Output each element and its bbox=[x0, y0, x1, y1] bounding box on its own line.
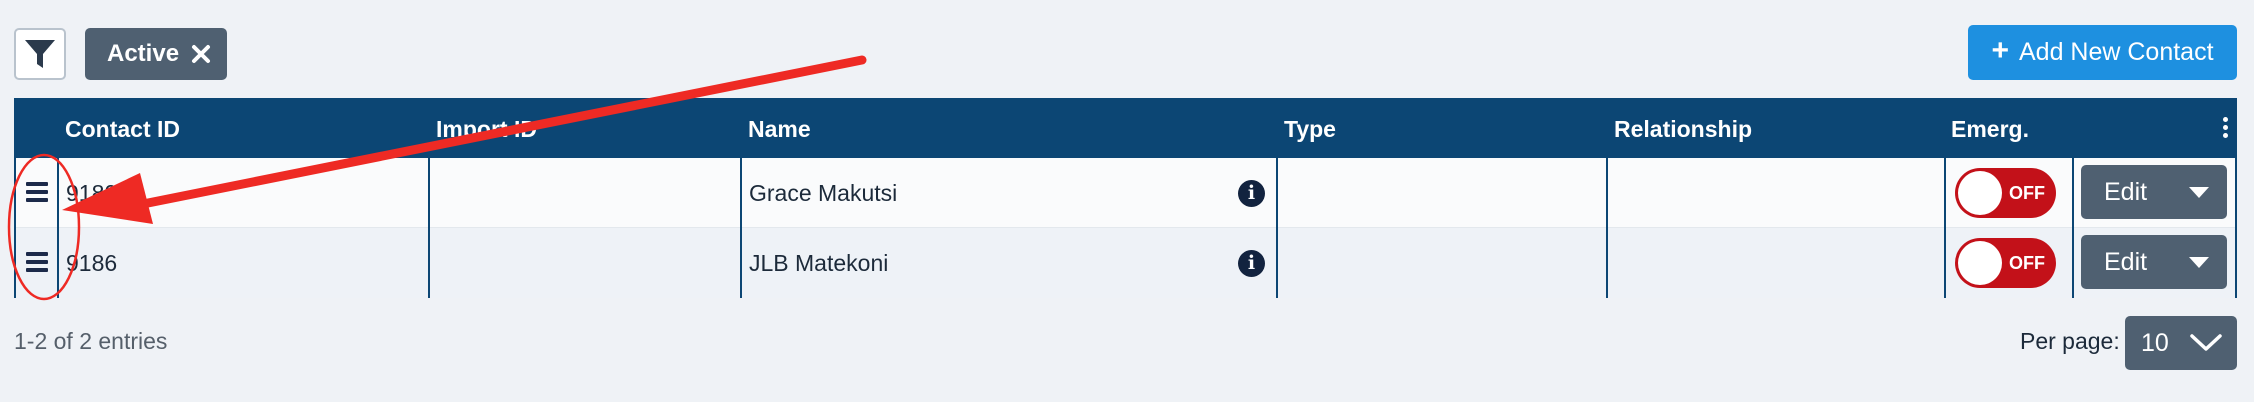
funnel-icon bbox=[25, 40, 55, 68]
drag-handle-icon[interactable] bbox=[26, 252, 48, 274]
active-filter-label: Active bbox=[107, 40, 180, 67]
emergency-toggle[interactable]: OFF bbox=[1955, 168, 2056, 218]
column-divider bbox=[57, 158, 59, 298]
edit-dropdown-button[interactable]: Edit bbox=[2081, 235, 2227, 289]
info-icon[interactable]: i bbox=[1238, 180, 1265, 207]
per-page-label: Per page: bbox=[2020, 328, 2120, 354]
column-divider bbox=[1606, 158, 1608, 298]
contact-id-cell: 9180 bbox=[66, 180, 118, 206]
chevron-down-icon bbox=[2190, 334, 2222, 351]
caret-down-icon bbox=[2189, 187, 2209, 198]
active-filter-chip: Active bbox=[85, 28, 227, 80]
edit-label: Edit bbox=[2104, 178, 2148, 206]
edit-dropdown-button[interactable]: Edit bbox=[2081, 165, 2227, 219]
toggle-label: OFF bbox=[2009, 183, 2045, 203]
column-header-name[interactable]: Name bbox=[748, 100, 811, 158]
column-divider bbox=[2072, 158, 2074, 298]
info-icon[interactable]: i bbox=[1238, 250, 1265, 277]
column-divider bbox=[1944, 158, 1946, 298]
toggle-knob bbox=[1958, 241, 2002, 285]
name-cell: Grace Makutsi bbox=[749, 180, 898, 206]
name-cell: JLB Matekoni bbox=[749, 250, 889, 276]
toolbar: Active + Add New Contact bbox=[0, 0, 2254, 98]
kebab-icon[interactable] bbox=[2223, 117, 2229, 141]
add-new-contact-label: Add New Contact bbox=[2018, 38, 2214, 66]
column-header-contact-id[interactable]: Contact ID bbox=[65, 100, 180, 158]
contacts-table: Contact ID Import ID Name Type Relations… bbox=[14, 98, 2237, 298]
edit-label: Edit bbox=[2104, 248, 2148, 276]
column-header-type[interactable]: Type bbox=[1284, 100, 1336, 158]
toggle-knob bbox=[1958, 171, 2002, 215]
toggle-label: OFF bbox=[2009, 253, 2045, 273]
column-divider bbox=[740, 158, 742, 298]
caret-down-icon bbox=[2189, 257, 2209, 268]
table-row: 9186 JLB Matekoni i OFF Edit bbox=[16, 228, 2235, 298]
per-page-value: 10 bbox=[2141, 329, 2169, 357]
table-row: 9180 Grace Makutsi i OFF Edit bbox=[16, 158, 2235, 228]
add-new-contact-button[interactable]: + Add New Contact bbox=[1968, 25, 2237, 80]
filter-button[interactable] bbox=[14, 28, 66, 80]
per-page-select[interactable]: 10 bbox=[2125, 316, 2237, 370]
column-divider bbox=[1276, 158, 1278, 298]
table-header: Contact ID Import ID Name Type Relations… bbox=[16, 100, 2235, 158]
column-header-emerg[interactable]: Emerg. bbox=[1951, 100, 2029, 158]
contact-id-cell: 9186 bbox=[66, 250, 118, 276]
column-header-relationship[interactable]: Relationship bbox=[1614, 100, 1752, 158]
entries-count: 1-2 of 2 entries bbox=[14, 328, 168, 354]
close-x-icon[interactable] bbox=[189, 42, 213, 66]
emergency-toggle[interactable]: OFF bbox=[1955, 238, 2056, 288]
plus-icon: + bbox=[1991, 34, 2009, 67]
drag-handle-icon[interactable] bbox=[26, 182, 48, 204]
column-header-import-id[interactable]: Import ID bbox=[436, 100, 537, 158]
column-divider bbox=[428, 158, 430, 298]
